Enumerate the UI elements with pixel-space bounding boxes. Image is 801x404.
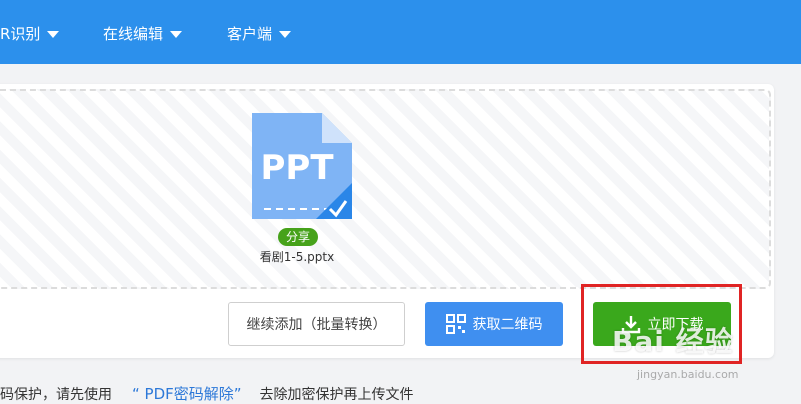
file-type-label: PPT bbox=[260, 148, 334, 188]
upload-dropzone[interactable] bbox=[0, 89, 771, 289]
file-name: 看剧1-5.pptx bbox=[259, 250, 335, 264]
nav-ocr[interactable]: R识别 bbox=[0, 22, 60, 46]
caret-down-icon bbox=[170, 30, 183, 38]
caret-down-icon bbox=[279, 30, 292, 38]
nav-client-label: 客户端 bbox=[227, 25, 273, 43]
caret-down-icon bbox=[47, 30, 60, 38]
continue-add-label: 继续添加（批量转换） bbox=[246, 317, 387, 333]
top-nav-bar: R识别 在线编辑 客户端 bbox=[0, 0, 801, 64]
nav-ocr-label: R识别 bbox=[0, 25, 41, 43]
qrcode-icon bbox=[445, 314, 466, 334]
get-qrcode-button[interactable]: 获取二维码 bbox=[425, 302, 563, 346]
baidu-jingyan-watermark: Bai 经验 bbox=[612, 325, 734, 358]
nav-online-edit-label: 在线编辑 bbox=[103, 25, 164, 43]
nav-online-edit[interactable]: 在线编辑 bbox=[103, 22, 183, 46]
nav-client[interactable]: 客户端 bbox=[227, 22, 292, 46]
share-badge[interactable]: 分享 bbox=[278, 228, 318, 246]
get-qrcode-label: 获取二维码 bbox=[472, 317, 543, 333]
watermark-url: jingyan.baidu.com bbox=[637, 368, 739, 381]
continue-add-button[interactable]: 继续添加（批量转换） bbox=[228, 302, 405, 346]
ppt-file-icon[interactable]: PPT bbox=[250, 113, 354, 221]
